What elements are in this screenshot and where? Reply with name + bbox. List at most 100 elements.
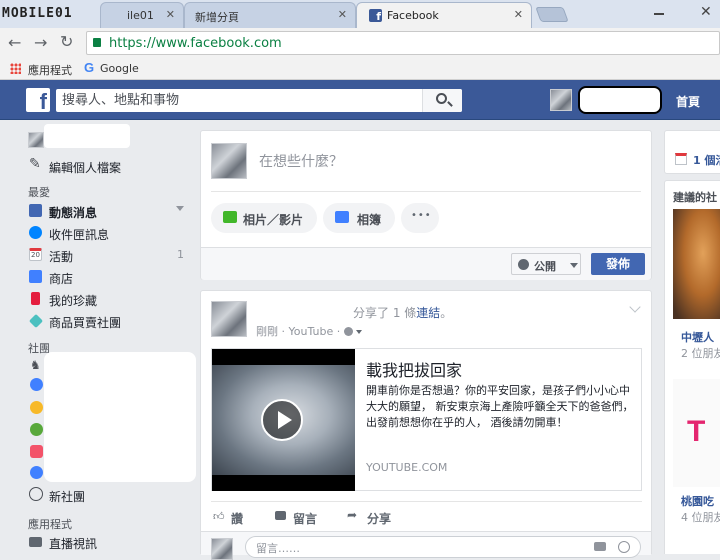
suggestion-name[interactable]: 中壢人 [681, 329, 714, 345]
sidebar-item-label: 新社團 [49, 490, 86, 504]
apps-grid-icon[interactable] [10, 63, 21, 74]
suggested-groups: 建議的社 中壢人 2 位朋友 T 桃園吃 4 位朋友 [664, 180, 720, 554]
album-button[interactable]: 相簿 [323, 203, 395, 233]
bookmark-icon [31, 292, 40, 305]
sidebar-item-messages[interactable]: 收件匣訊息 [26, 223, 190, 243]
back-arrow-icon[interactable]: ← [8, 33, 21, 52]
suggested-groups-heading: 建議的社 [673, 191, 717, 204]
share-button[interactable]: ➦ 分享 [345, 508, 415, 528]
close-tab-icon[interactable]: ✕ [514, 8, 523, 21]
bookmark-apps[interactable]: 應用程式 [28, 62, 72, 78]
tag-icon [28, 313, 44, 329]
group-icon-blue [30, 466, 43, 479]
mobile01-logo-text: MOBILE01 [2, 6, 73, 21]
post-source[interactable]: YouTube [289, 325, 334, 338]
sidebar-item-new-group[interactable]: 新社團 [26, 485, 190, 505]
edit-profile-link[interactable]: ✎ 編輯個人檔案 [26, 156, 190, 176]
audience-selector[interactable]: 公開 [511, 253, 581, 275]
shared-link[interactable]: 連結 [416, 306, 440, 320]
facebook-logo-icon[interactable]: f [26, 88, 50, 112]
share-label: 分享 [367, 512, 392, 526]
privacy-caret-icon[interactable] [356, 330, 363, 334]
pencil-icon: ✎ [29, 156, 41, 172]
left-nav: ✎ 編輯個人檔案 最愛 動態消息 收件匣訊息 20 活動 1 商店 我的珍藏 商… [0, 120, 196, 554]
post-actions: 👍︎ 讚 留言 ➦ 分享 [211, 501, 642, 529]
shop-icon [29, 270, 42, 283]
author-name-redacted[interactable] [253, 297, 349, 317]
comment-button[interactable]: 留言 [273, 508, 343, 528]
globe-icon [518, 259, 529, 270]
group-icon-people [30, 378, 43, 391]
sidebar-item-label: 我的珍藏 [49, 294, 98, 308]
suggestion-image-1[interactable] [673, 209, 720, 319]
minimize-icon[interactable] [654, 13, 664, 15]
profile-name-redacted[interactable] [578, 86, 662, 114]
sidebar-item-events[interactable]: 20 活動 1 [26, 245, 190, 265]
profile-avatar[interactable] [28, 132, 44, 148]
search-input[interactable] [56, 89, 416, 112]
photo-icon [223, 211, 237, 223]
emoji-icon[interactable] [618, 541, 630, 553]
shared-text-prefix: 分享了 1 條 [353, 306, 417, 320]
meta-separator: · [281, 325, 289, 338]
comment-input[interactable]: 留言…… [245, 536, 641, 558]
tab-new-tab[interactable]: 新增分頁 ✕ [184, 2, 356, 28]
suggestion-meta: 4 位朋友 [681, 511, 720, 524]
favorites-heading: 最愛 [28, 186, 50, 199]
sidebar-item-live-video[interactable]: 直播視訊 [26, 532, 190, 552]
shared-text: 分享了 1 條連結。 [353, 304, 452, 321]
events-reminder[interactable]: 1 個活 [664, 130, 720, 174]
photo-video-button[interactable]: 相片／影片 [211, 203, 317, 233]
sidebar-item-saved[interactable]: 我的珍藏 [26, 289, 190, 309]
link-domain: YOUTUBE.COM [366, 461, 448, 474]
sidebar-item-label: 活動 [49, 250, 74, 264]
home-link[interactable]: 首頁 [676, 93, 700, 110]
post-meta: 剛剛 · YouTube · [256, 323, 363, 339]
post-options-chevron-icon[interactable] [629, 301, 641, 313]
post-time[interactable]: 剛剛 [256, 325, 278, 338]
post-button[interactable]: 發佈 [591, 253, 645, 275]
play-icon[interactable] [261, 399, 303, 441]
group-icon-orange [30, 401, 43, 414]
composer-avatar [211, 143, 247, 179]
facebook-header: f 首頁 [0, 80, 720, 120]
edit-profile-label: 編輯個人檔案 [49, 161, 122, 175]
sidebar-item-shop[interactable]: 商店 [26, 267, 190, 287]
sidebar-item-label: 收件匣訊息 [49, 228, 110, 242]
header-avatar[interactable] [550, 89, 572, 111]
group-icon-tree [30, 423, 43, 436]
new-tab-button[interactable] [535, 7, 569, 22]
bookmark-google[interactable]: Google [100, 62, 139, 75]
close-tab-icon[interactable]: ✕ [338, 8, 347, 21]
sidebar-item-news-feed[interactable]: 動態消息 [26, 201, 190, 221]
forward-arrow-icon[interactable]: → [34, 33, 47, 52]
address-bar[interactable]: https://www.facebook.com [86, 31, 720, 55]
link-title[interactable]: 載我把拔回家 [366, 357, 462, 381]
suggestion-name[interactable]: 桃園吃 [681, 493, 714, 509]
close-window-icon[interactable]: ✕ [700, 4, 712, 20]
close-tab-icon[interactable]: ✕ [166, 8, 175, 21]
profile-name-redacted[interactable] [44, 124, 130, 148]
reload-icon[interactable]: ↻ [60, 32, 73, 51]
composer: 在想些什麼？ 相片／影片 相簿 ••• 公開 發佈 [200, 130, 652, 280]
tab-mobile01[interactable]: ile01 ✕ [100, 2, 184, 28]
link-preview[interactable]: 載我把拔回家 開車前你是否想過？你的平安回家，是孩子們小小心中 大大的願望， 新… [211, 348, 642, 491]
groups-list-redacted [44, 352, 196, 482]
post-author-avatar[interactable] [211, 301, 247, 337]
privacy-globe-icon[interactable] [343, 327, 353, 336]
chevron-down-icon[interactable] [176, 206, 184, 211]
more-options-button[interactable]: ••• [401, 203, 439, 233]
share-arrow-icon: ➦ [347, 508, 358, 522]
sidebar-item-buy-sell-groups[interactable]: 商品買賣社團 [26, 311, 190, 331]
tab-facebook[interactable]: f Facebook ✕ [356, 2, 532, 29]
suggestion-image-2[interactable]: T [673, 379, 720, 487]
video-thumbnail[interactable] [212, 349, 355, 491]
like-button[interactable]: 👍︎ 讚 [211, 508, 271, 528]
camera-icon[interactable] [594, 542, 606, 551]
like-label: 讚 [231, 512, 244, 526]
search-button[interactable] [422, 89, 462, 112]
composer-input[interactable]: 在想些什麼？ [259, 151, 343, 171]
events-count-badge: 1 [177, 248, 184, 261]
browser-toolbar: ← → ↻ https://www.facebook.com [0, 28, 720, 58]
plus-circle-icon [29, 487, 43, 501]
